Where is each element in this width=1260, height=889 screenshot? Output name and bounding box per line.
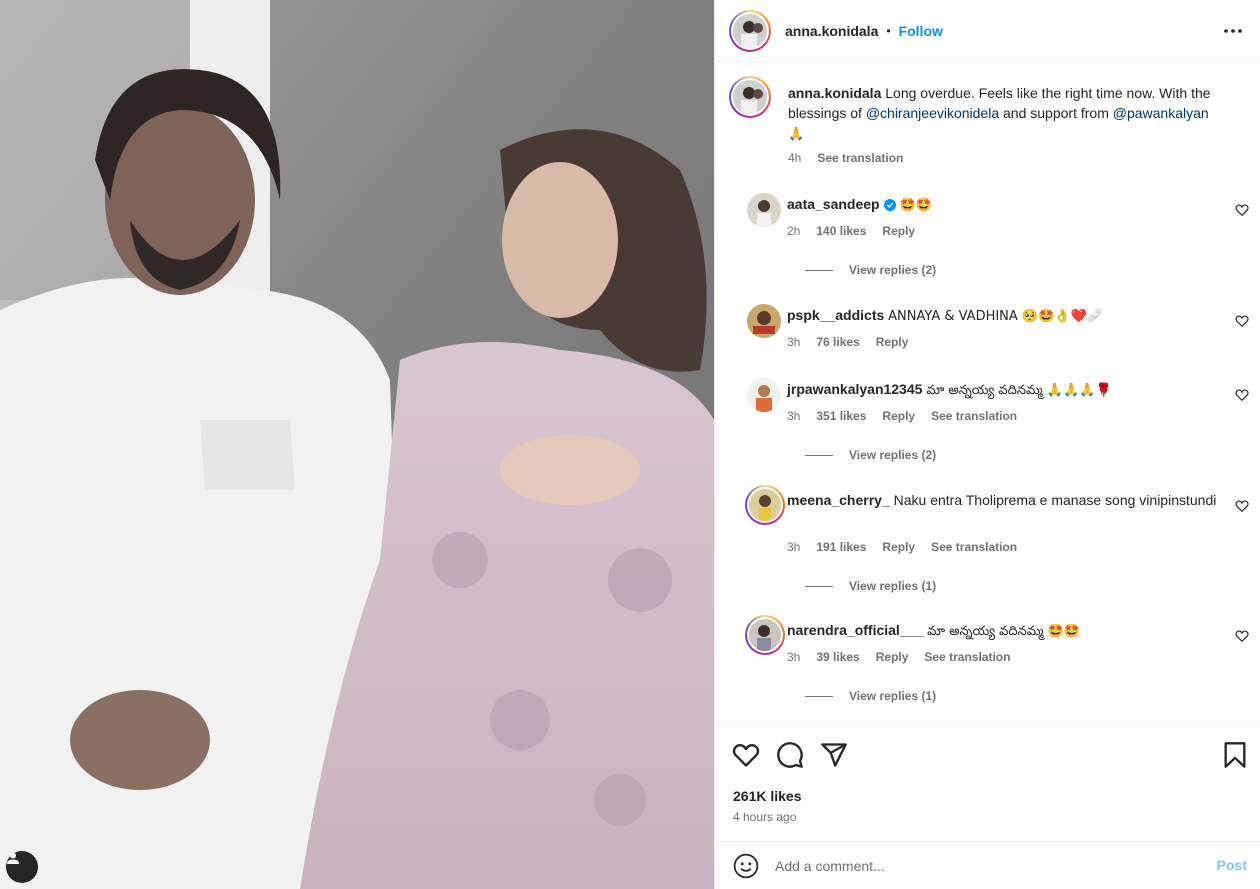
- comment-icon[interactable]: [776, 741, 804, 769]
- comment-meta: 3h 76 likes Reply: [787, 335, 908, 349]
- comments-list[interactable]: anna.konidala Long overdue. Feels like t…: [715, 63, 1260, 725]
- comment-time[interactable]: 3h: [787, 540, 800, 554]
- commenter-avatar[interactable]: [745, 485, 785, 525]
- separator-dot: •: [886, 23, 891, 38]
- comment-reply-button[interactable]: Reply: [876, 650, 909, 664]
- comment-reply-button[interactable]: Reply: [882, 540, 915, 554]
- comment-item: aata_sandeep 🤩🤩 2h 140 likes Reply View …: [729, 191, 1249, 281]
- comment-body: Naku entra Tholiprema e manase song vini…: [893, 492, 1217, 508]
- comment-like-icon[interactable]: [1235, 388, 1249, 402]
- view-replies-button[interactable]: View replies (1): [805, 689, 936, 703]
- heart-icon[interactable]: [732, 741, 760, 769]
- comment-body: ANNAYA & VADHINA 🥺🤩👌❤️🩹: [888, 309, 1103, 324]
- comment-item: pspk__addicts ANNAYA & VADHINA 🥺🤩👌❤️🩹 3h…: [729, 302, 1249, 352]
- comment-meta: 3h 39 likes Reply See translation: [787, 650, 1010, 664]
- view-replies-button[interactable]: View replies (2): [805, 448, 936, 462]
- comment-reply-button[interactable]: Reply: [876, 335, 909, 349]
- author-username[interactable]: anna.konidala: [785, 23, 878, 39]
- commenter-username[interactable]: narendra_official___: [787, 622, 923, 638]
- comment-like-icon[interactable]: [1235, 629, 1249, 643]
- comment-form: Post: [715, 841, 1260, 889]
- commenter-username[interactable]: meena_cherry_: [787, 492, 890, 508]
- view-replies-label: View replies (1): [849, 689, 937, 703]
- emoji-icon[interactable]: [733, 853, 759, 879]
- post-photo[interactable]: [0, 0, 714, 889]
- comment-likes[interactable]: 76 likes: [816, 335, 859, 349]
- comment-body: మా అన్నయ్య వదినమ్మ 🤩🤩: [927, 624, 1081, 639]
- comment-text: narendra_official___ మా అన్నయ్య వదినమ్మ …: [787, 620, 1217, 642]
- caption-text: anna.konidala Long overdue. Feels like t…: [788, 83, 1228, 145]
- caption-body-mid: and support from: [1003, 105, 1109, 121]
- comment-body: 🤩🤩: [899, 198, 932, 213]
- more-options-button[interactable]: [1221, 20, 1245, 42]
- comment-meta: 3h 351 likes Reply See translation: [787, 409, 1017, 423]
- post-header: anna.konidala • Follow: [715, 0, 1260, 62]
- commenter-username[interactable]: pspk__addicts: [787, 307, 884, 323]
- comment-likes[interactable]: 140 likes: [816, 224, 866, 238]
- caption-time[interactable]: 4h: [788, 151, 801, 165]
- view-replies-button[interactable]: View replies (2): [805, 263, 936, 277]
- verified-badge-icon: [883, 196, 896, 216]
- commenter-avatar[interactable]: [745, 615, 785, 655]
- author-avatar[interactable]: [729, 9, 771, 52]
- commenter-avatar[interactable]: [747, 193, 781, 227]
- comment-time[interactable]: 3h: [787, 650, 800, 664]
- commenter-username[interactable]: aata_sandeep: [787, 196, 880, 212]
- user-tag-icon: [7, 852, 19, 864]
- mention-pawankalyan[interactable]: @pawankalyan: [1113, 105, 1209, 121]
- commenter-avatar[interactable]: [747, 304, 781, 338]
- caption-username[interactable]: anna.konidala: [788, 85, 881, 101]
- comment-meta: 2h 140 likes Reply: [787, 224, 915, 238]
- caption-see-translation[interactable]: See translation: [817, 151, 903, 165]
- commenter-avatar[interactable]: [747, 378, 781, 412]
- comment-reply-button[interactable]: Reply: [882, 224, 915, 238]
- share-icon[interactable]: [820, 741, 848, 769]
- comment-text: aata_sandeep 🤩🤩: [787, 194, 1217, 216]
- comment-like-icon[interactable]: [1235, 499, 1249, 513]
- likes-count[interactable]: 261K likes: [733, 788, 802, 804]
- mention-chiranjeevi[interactable]: @chiranjeevikonidela: [866, 105, 999, 121]
- comment-like-icon[interactable]: [1235, 203, 1249, 217]
- post-comment-button[interactable]: Post: [1217, 857, 1247, 873]
- comment-item: narendra_official___ మా అన్నయ్య వదినమ్మ …: [729, 615, 1249, 707]
- view-replies-label: View replies (2): [849, 448, 937, 462]
- user-tag-button[interactable]: [6, 851, 38, 883]
- comment-see-translation[interactable]: See translation: [931, 540, 1017, 554]
- comment-input[interactable]: [775, 857, 1195, 874]
- comment-time[interactable]: 3h: [787, 409, 800, 423]
- caption-avatar[interactable]: [729, 76, 771, 118]
- post-side-panel: anna.konidala • Follow anna.konidala Lon…: [714, 0, 1260, 889]
- comment-item: jrpawankalyan12345 మా అన్నయ్య వదినమ్మ 🙏🙏…: [729, 376, 1249, 466]
- view-replies-button[interactable]: View replies (1): [805, 579, 936, 593]
- post-image: [0, 0, 714, 889]
- comment-see-translation[interactable]: See translation: [931, 409, 1017, 423]
- bookmark-icon[interactable]: [1221, 741, 1249, 769]
- commenter-username[interactable]: jrpawankalyan12345: [787, 381, 922, 397]
- view-replies-label: View replies (1): [849, 579, 937, 593]
- comment-body: మా అన్నయ్య వదినమ్మ 🙏🙏🙏🌹: [926, 383, 1112, 398]
- comment-reply-button[interactable]: Reply: [882, 409, 915, 423]
- comment-item: meena_cherry_ Naku entra Tholiprema e ma…: [729, 485, 1249, 597]
- caption-emoji: 🙏: [788, 127, 805, 142]
- comment-likes[interactable]: 351 likes: [816, 409, 866, 423]
- post-time-ago[interactable]: 4 hours ago: [733, 810, 796, 824]
- comment-text: pspk__addicts ANNAYA & VADHINA 🥺🤩👌❤️🩹: [787, 305, 1217, 327]
- comment-see-translation[interactable]: See translation: [924, 650, 1010, 664]
- more-horizontal-icon: [1224, 29, 1242, 33]
- caption-meta: 4h See translation: [788, 151, 903, 165]
- comment-text: meena_cherry_ Naku entra Tholiprema e ma…: [787, 490, 1217, 510]
- view-replies-label: View replies (2): [849, 263, 937, 277]
- comment-likes[interactable]: 39 likes: [816, 650, 859, 664]
- comment-like-icon[interactable]: [1235, 314, 1249, 328]
- comment-likes[interactable]: 191 likes: [816, 540, 866, 554]
- comment-time[interactable]: 2h: [787, 224, 800, 238]
- comment-time[interactable]: 3h: [787, 335, 800, 349]
- comment-text: jrpawankalyan12345 మా అన్నయ్య వదినమ్మ 🙏🙏…: [787, 379, 1217, 401]
- post-caption: anna.konidala Long overdue. Feels like t…: [729, 76, 1249, 176]
- follow-button[interactable]: Follow: [899, 23, 943, 39]
- post-actions: 261K likes 4 hours ago: [715, 725, 1260, 841]
- comment-meta: 3h 191 likes Reply See translation: [787, 540, 1017, 554]
- post-dialog: anna.konidala • Follow anna.konidala Lon…: [0, 0, 1260, 889]
